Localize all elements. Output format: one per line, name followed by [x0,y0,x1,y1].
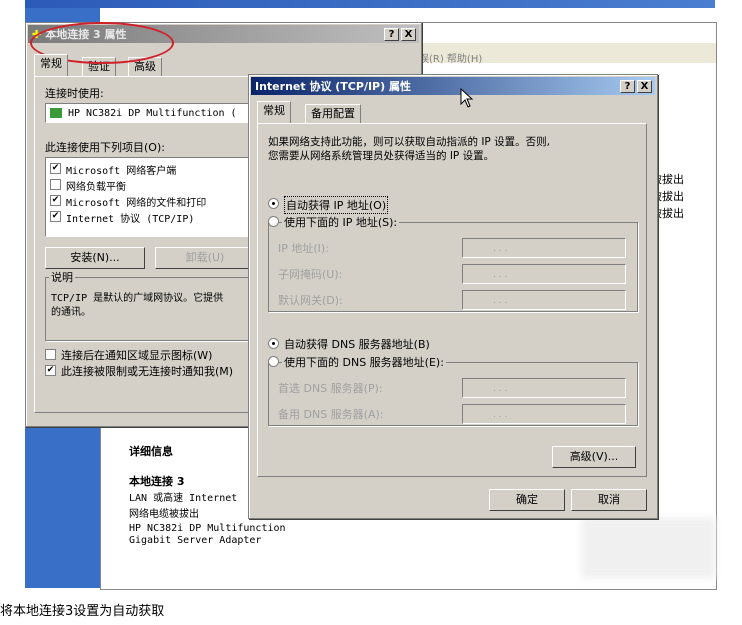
item-check-0[interactable]: ✔ [50,163,61,174]
manual-ip-radio[interactable] [268,216,279,227]
tcpip-general-panel: 如果网络支持此功能，则可以获取自动指派的 IP 设置。否则, 您需要从网络系统管… [257,123,647,477]
details-line2: 网络电缆被拔出 [129,509,199,520]
details-header: 详细信息 [129,445,173,458]
item-label-0[interactable]: Microsoft 网络客户端 [66,162,176,177]
ip-address-field[interactable]: . . . [462,238,626,258]
intro-line2: 您需要从网络系统管理员处获得适当的 IP 设置。 [268,150,495,162]
tcpip-tab-strip: 常规 备用配置 [257,101,647,125]
preferred-dns-field[interactable]: . . . [462,378,626,398]
details-line4: Gigabit Server Adapter [129,535,262,546]
subnet-mask-label: 子网掩码(U): [278,268,343,281]
item-label-3[interactable]: Internet 协议 (TCP/IP) [66,210,194,225]
item-label-2[interactable]: Microsoft 网络的文件和打印 [66,194,206,209]
auto-dns-radio[interactable] [268,338,279,349]
items-list: ✔ Microsoft 网络客户端 网络负载平衡 ✔ Microsoft 网络的… [45,157,260,237]
close-button[interactable]: X [401,28,416,41]
description-label: 说明 [49,269,75,285]
gateway-label: 默认网关(D): [278,294,343,307]
gateway-dots: . . . [493,296,508,306]
item-label-1[interactable]: 网络负载平衡 [66,178,126,193]
ip-address-dots: . . . [493,244,508,254]
manual-ip-label[interactable]: 使用下面的 IP 地址(S): [282,214,400,230]
caption: 将本地连接3设置为自动获取 [0,604,165,619]
manual-dns-radio[interactable] [268,356,279,367]
tcpip-properties-dialog: Internet 协议 (TCP/IP) 属性 ? X 常规 备用配置 如果网络… [248,74,658,519]
blurred-region [581,518,716,578]
ok-button[interactable]: 确定 [489,489,565,511]
tab-alternate-config[interactable]: 备用配置 [305,104,361,123]
tab-general[interactable]: 常规 [34,54,68,76]
alternate-dns-dots: . . . [493,410,508,420]
alternate-dns-field[interactable]: . . . [462,404,626,424]
intro-line1: 如果网络支持此功能，则可以获取自动指派的 IP 设置。否则, [268,136,550,148]
item-check-2[interactable]: ✔ [50,195,61,206]
ip-address-label: IP 地址(I): [278,242,329,255]
tcpip-titlebar: Internet 协议 (TCP/IP) 属性 ? X [251,77,655,95]
auto-ip-radio[interactable] [268,198,279,209]
alternate-dns-label: 备用 DNS 服务器(A): [278,408,384,421]
desktop-strip [25,0,715,8]
connect-using-label: 连接时使用: [45,87,104,100]
tcpip-help-button[interactable]: ? [620,80,635,93]
preferred-dns-dots: . . . [493,384,508,394]
tcpip-title: Internet 协议 (TCP/IP) 属性 [255,80,411,93]
network-card-icon [50,108,62,118]
mouse-cursor-icon [460,88,474,108]
help-button[interactable]: ? [384,28,399,41]
install-button[interactable]: 安装(N)... [45,247,145,269]
details-line3: HP NC382i DP Multifunction [129,523,286,534]
items-label: 此连接使用下列项目(O): [45,141,165,154]
show-icon-label[interactable]: 连接后在通知区域显示图标(W) [61,347,212,363]
description-text: TCP/IP 是默认的广域网协议。它提供 [51,293,224,304]
adapter-name: HP NC382i DP Multifunction ( [68,108,237,119]
notify-checkbox[interactable]: ✔ [45,365,56,376]
details-name: 本地连接 3 [129,475,185,488]
item-check-3[interactable]: ✔ [50,211,61,222]
subnet-mask-dots: . . . [493,270,508,280]
tab-general-tcpip[interactable]: 常规 [257,101,291,123]
item-check-1[interactable] [50,179,61,190]
show-icon-checkbox[interactable] [45,349,56,360]
preferred-dns-label: 首选 DNS 服务器(P): [278,382,383,395]
auto-dns-label[interactable]: 自动获得 DNS 服务器地址(B) [284,336,430,352]
subnet-mask-field[interactable]: . . . [462,264,626,284]
manual-dns-label[interactable]: 使用下面的 DNS 服务器地址(E): [282,354,446,370]
description-text-2: 的通讯。 [51,307,91,318]
notify-label[interactable]: 此连接被限制或无连接时通知我(M) [61,363,233,379]
cancel-button[interactable]: 取消 [571,489,647,511]
advanced-button[interactable]: 高级(V)... [552,446,636,468]
details-line1: LAN 或高速 Internet [129,493,238,504]
tcpip-close-button[interactable]: X [637,80,652,93]
uninstall-button[interactable]: 卸载(U) [155,247,255,269]
explorer-menu-help[interactable]: 误(R) 帮助(H) [419,50,482,65]
gateway-field[interactable]: . . . [462,290,626,310]
adapter-field: HP NC382i DP Multifunction ( [45,103,260,123]
auto-ip-label[interactable]: 自动获得 IP 地址(O) [284,196,389,214]
